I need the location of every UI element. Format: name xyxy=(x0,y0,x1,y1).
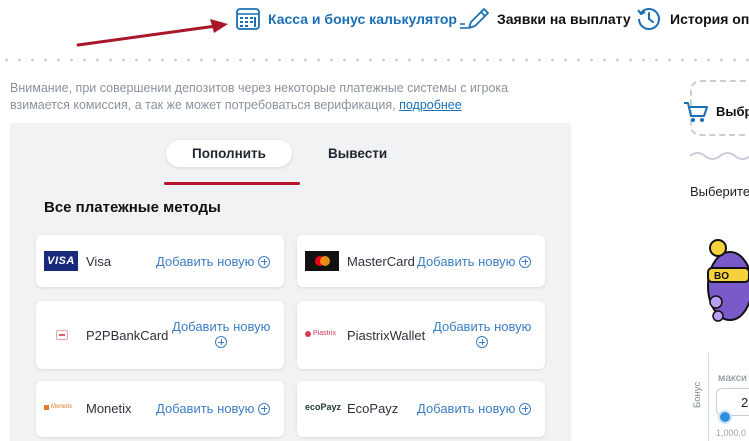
monetix-mark-icon xyxy=(44,404,49,410)
piastrix-logo-text: Piastrix xyxy=(313,330,336,337)
tab-withdraw[interactable]: Вывести xyxy=(302,140,413,167)
add-new-button[interactable]: Добавить новую xyxy=(172,319,270,348)
notice-more-link[interactable]: подробнее xyxy=(399,98,462,112)
method-name: PiastrixWallet xyxy=(347,328,426,343)
methods-title: Все платежные методы xyxy=(44,199,221,216)
add-new-label: Добавить новую xyxy=(172,319,271,334)
method-name: MasterCard xyxy=(347,254,415,269)
nav-history[interactable]: История опе xyxy=(636,6,749,32)
bonus-mascot-image: BO xyxy=(707,239,749,322)
method-card-p2pbankcard[interactable]: P2PBankCard Добавить новую xyxy=(36,301,284,369)
pointer-arrow-icon xyxy=(76,19,228,47)
add-new-button[interactable]: Добавить новую xyxy=(156,401,271,416)
method-name: EcoPayz xyxy=(347,401,399,416)
add-new-button[interactable]: Добавить новую xyxy=(417,254,532,269)
pencil-icon xyxy=(459,7,489,31)
method-card-piastrixwallet[interactable]: Piastrix PiastrixWallet Добавить новую xyxy=(297,301,545,369)
visa-logo: VISA xyxy=(44,251,78,271)
add-new-button[interactable]: Добавить новую xyxy=(417,401,532,416)
piastrix-logo: Piastrix xyxy=(305,330,336,337)
choose-label: Выберите xyxy=(690,184,749,199)
add-new-label: Добавить новую xyxy=(156,254,255,269)
monetix-logo-text: Monetix xyxy=(51,404,73,410)
method-name: P2PBankCard xyxy=(86,328,169,343)
bonus-vertical-label: Бонус xyxy=(692,381,703,408)
nav-withdraw-requests[interactable]: Заявки на выплату xyxy=(459,6,631,32)
piastrix-mark-icon xyxy=(305,330,311,337)
plus-circle-icon xyxy=(519,402,532,415)
slider-handle[interactable] xyxy=(718,410,732,424)
deposit-notice: Внимание, при совершении депозитов через… xyxy=(10,80,570,114)
method-name: Monetix xyxy=(86,401,132,416)
plus-circle-icon xyxy=(476,336,489,348)
max-label: макси xyxy=(718,372,747,384)
add-new-label: Добавить новую xyxy=(433,319,532,334)
add-new-label: Добавить новую xyxy=(417,401,516,416)
plus-circle-icon xyxy=(258,255,271,268)
nav-cashier-label: Касса и бонус калькулятор xyxy=(268,11,457,27)
method-name: Visa xyxy=(86,254,112,269)
cart-icon xyxy=(683,100,709,129)
ecopayz-logo: ecoPayz xyxy=(305,402,342,412)
slider-track xyxy=(708,353,709,441)
clock-history-icon xyxy=(636,6,662,32)
nav-history-label: История опе xyxy=(670,11,749,27)
plus-circle-icon xyxy=(519,255,532,268)
amount-label: 1,000,0 xyxy=(716,428,747,438)
add-new-label: Добавить новую xyxy=(417,254,516,269)
mastercard-logo xyxy=(305,251,339,271)
method-card-visa[interactable]: VISA Visa Добавить новую xyxy=(36,235,284,287)
monetix-logo: Monetix xyxy=(44,404,72,410)
method-card-monetix[interactable]: Monetix Monetix Добавить новую xyxy=(36,381,284,437)
add-new-label: Добавить новую xyxy=(156,401,255,416)
active-tab-indicator xyxy=(164,182,300,185)
plus-circle-icon xyxy=(215,336,228,348)
method-card-mastercard[interactable]: MasterCard Добавить новую xyxy=(297,235,545,287)
payment-panel: Пополнить Вывести Все платежные методы V… xyxy=(10,123,571,441)
wave-divider xyxy=(690,152,749,160)
add-new-button[interactable]: Добавить новую xyxy=(433,319,531,348)
method-card-ecopayz[interactable]: ecoPayz EcoPayz Добавить новую xyxy=(297,381,545,437)
p2pbankcard-logo xyxy=(56,330,68,340)
tab-deposit[interactable]: Пополнить xyxy=(166,140,292,167)
nav-withdraw-label: Заявки на выплату xyxy=(497,11,631,27)
add-new-button[interactable]: Добавить новую xyxy=(156,254,271,269)
nav-cashier-calculator[interactable]: Касса и бонус калькулятор xyxy=(236,6,457,32)
payment-tabs: Пополнить Вывести xyxy=(10,138,571,185)
choose-bonus-label: Выбра xyxy=(716,104,749,119)
calculator-icon xyxy=(236,8,260,30)
svg-text:BO: BO xyxy=(714,271,729,282)
dotted-divider xyxy=(0,58,749,62)
plus-circle-icon xyxy=(258,402,271,415)
